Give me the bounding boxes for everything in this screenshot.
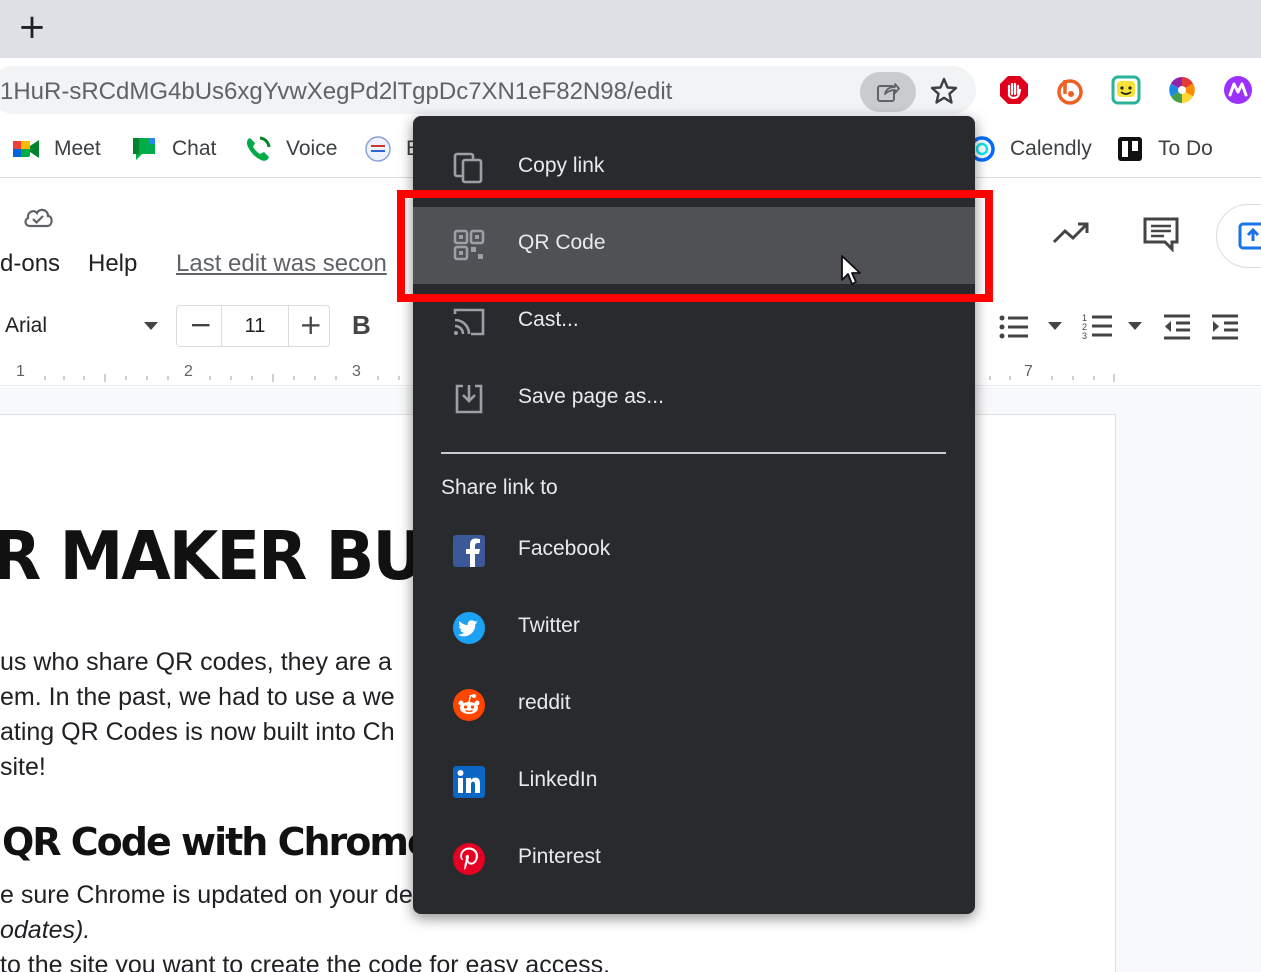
bookmark-e[interactable]: E: [364, 134, 420, 164]
share-target-label: Pinterest: [518, 845, 601, 868]
color-picker-extension-icon[interactable]: [1166, 74, 1198, 106]
font-size-control: − 11 +: [176, 305, 330, 347]
bookmark-to-do[interactable]: To Do: [1116, 134, 1213, 164]
ruler-number: 2: [184, 363, 193, 380]
share-target-label: LinkedIn: [518, 768, 598, 791]
bookmark-favicon: [365, 136, 391, 162]
copy-icon: [453, 152, 483, 184]
google-voice-icon: [246, 136, 271, 161]
increase-indent-icon[interactable]: [1210, 313, 1240, 341]
decrease-font-size-button[interactable]: −: [189, 308, 212, 341]
bookmark-label: Meet: [54, 137, 101, 160]
menu-item-save-page[interactable]: Save page as...: [413, 361, 975, 438]
increase-font-size-button[interactable]: +: [299, 308, 322, 341]
linkedin-icon: [453, 766, 485, 798]
font-dropdown-caret-icon[interactable]: [144, 322, 158, 330]
share-target-reddit[interactable]: reddit: [413, 667, 975, 744]
paragraph-line: ating QR Codes is now built into Ch: [0, 718, 395, 746]
numbered-list-icon[interactable]: 123: [1082, 312, 1114, 340]
paragraph-line: em. In the past, we had to use a we: [0, 683, 395, 711]
menu-item-label: Cast...: [518, 308, 579, 331]
tab-strip: +: [0, 0, 1261, 58]
list-line: to the site you want to create the code …: [0, 951, 611, 972]
address-bar[interactable]: 1HuR-sRCdMG4bUs6xgYvwXegPd2lTgpDc7XN1eF8…: [0, 66, 976, 114]
numbered-list-caret-icon[interactable]: [1128, 322, 1142, 330]
menu-divider: [441, 452, 946, 454]
svg-text:3: 3: [1082, 331, 1087, 340]
paragraph-line: us who share QR codes, they are a: [0, 648, 392, 676]
share-target-twitter[interactable]: Twitter: [413, 590, 975, 667]
bitmoji-extension-icon[interactable]: [1110, 74, 1142, 106]
bulleted-list-caret-icon[interactable]: [1048, 322, 1062, 330]
bookmark-meet[interactable]: Meet: [12, 134, 101, 164]
url-text: 1HuR-sRCdMG4bUs6xgYvwXegPd2lTgpDc7XN1eF8…: [0, 78, 673, 105]
menu-help[interactable]: Help: [88, 250, 137, 278]
mote-extension-icon[interactable]: [1222, 74, 1254, 106]
menu-addons[interactable]: d-ons: [0, 250, 60, 278]
google-meet-icon: [13, 140, 39, 158]
bold-button[interactable]: B: [352, 310, 371, 341]
mouse-cursor-icon: [841, 255, 861, 285]
cast-icon: [453, 308, 485, 336]
share-target-label: Twitter: [518, 614, 580, 637]
share-icon: [877, 83, 900, 102]
menu-item-label: Copy link: [518, 154, 605, 177]
paragraph-line: site!: [0, 753, 46, 781]
bitly-extension-icon[interactable]: [1054, 74, 1086, 106]
twitter-icon: [453, 612, 485, 644]
share-target-label: reddit: [518, 691, 571, 714]
ruler-number: 7: [1024, 363, 1033, 380]
upload-share-icon: [1238, 222, 1261, 250]
bookmark-label: Chat: [172, 137, 217, 160]
share-link-heading: Share link to: [441, 476, 558, 499]
share-target-facebook[interactable]: Facebook: [413, 513, 975, 590]
bookmark-star-icon[interactable]: [928, 75, 960, 107]
pinterest-icon: [453, 843, 485, 875]
activity-trend-icon[interactable]: [1052, 220, 1090, 246]
font-size-input[interactable]: 11: [221, 306, 289, 346]
share-target-pinterest[interactable]: Pinterest: [413, 821, 975, 898]
list-line: odates).: [0, 916, 91, 944]
bookmark-chat[interactable]: Chat: [130, 134, 216, 164]
bookmark-label: To Do: [1158, 137, 1213, 160]
google-chat-icon: [133, 138, 155, 160]
trello-icon: [1118, 137, 1142, 161]
bookmark-voice[interactable]: Voice: [244, 134, 337, 164]
bookmark-label: Voice: [286, 137, 338, 160]
decrease-indent-icon[interactable]: [1162, 313, 1192, 341]
docs-share-button[interactable]: [1216, 204, 1261, 268]
comment-icon[interactable]: [1142, 216, 1180, 252]
list-line: e sure Chrome is updated on your de: [0, 881, 413, 909]
share-page-button[interactable]: [860, 72, 916, 112]
ruler-number: 3: [352, 363, 361, 380]
save-page-icon: [455, 384, 483, 414]
ruler-number: 1: [16, 363, 25, 380]
annotation-highlight-box: [397, 190, 993, 302]
adblock-extension-icon[interactable]: [998, 74, 1030, 106]
bookmark-calendly[interactable]: Calendly: [968, 134, 1092, 164]
bulleted-list-icon[interactable]: [998, 314, 1030, 340]
bookmark-label: Calendly: [1010, 137, 1092, 160]
last-edit-link[interactable]: Last edit was secon: [176, 250, 387, 278]
reddit-icon: [453, 689, 485, 721]
share-target-label: Facebook: [518, 537, 611, 560]
new-tab-button[interactable]: +: [14, 10, 50, 46]
font-family-select[interactable]: Arial: [5, 314, 47, 338]
cloud-saved-icon[interactable]: [22, 204, 54, 230]
menu-item-label: Save page as...: [518, 385, 664, 408]
share-target-linkedin[interactable]: LinkedIn: [413, 744, 975, 821]
document-heading: QR Code with Chrome:: [2, 820, 446, 864]
facebook-icon: [453, 535, 485, 567]
